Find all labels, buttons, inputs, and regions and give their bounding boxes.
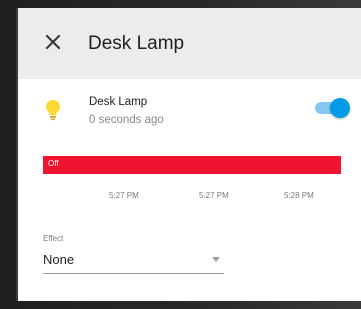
timeline-state-label: Off	[48, 159, 59, 168]
history-timeline-bar[interactable]: Off	[43, 156, 341, 174]
timeline-axis-label: 5:27 PM	[109, 191, 139, 200]
chevron-down-icon	[212, 257, 220, 262]
power-toggle[interactable]	[315, 98, 350, 118]
effect-label: Effect	[43, 234, 64, 243]
close-icon	[45, 34, 61, 50]
close-button[interactable]	[44, 33, 62, 51]
effect-dropdown[interactable]: None	[43, 246, 224, 274]
effect-selected-value: None	[43, 252, 75, 267]
lightbulb-icon	[45, 99, 61, 121]
entity-row: Desk Lamp 0 seconds ago	[18, 94, 361, 140]
last-changed-text: 0 seconds ago	[89, 114, 164, 126]
entity-dialog: Desk Lamp Desk Lamp 0 seconds ago Off 5:…	[16, 8, 361, 301]
toggle-knob	[330, 98, 350, 118]
dialog-title: Desk Lamp	[88, 33, 185, 54]
timeline-axis-label: 5:27 PM	[199, 191, 229, 200]
entity-name: Desk Lamp	[89, 96, 148, 108]
dialog-header: Desk Lamp	[18, 8, 361, 79]
timeline-axis-label: 5:28 PM	[284, 191, 314, 200]
